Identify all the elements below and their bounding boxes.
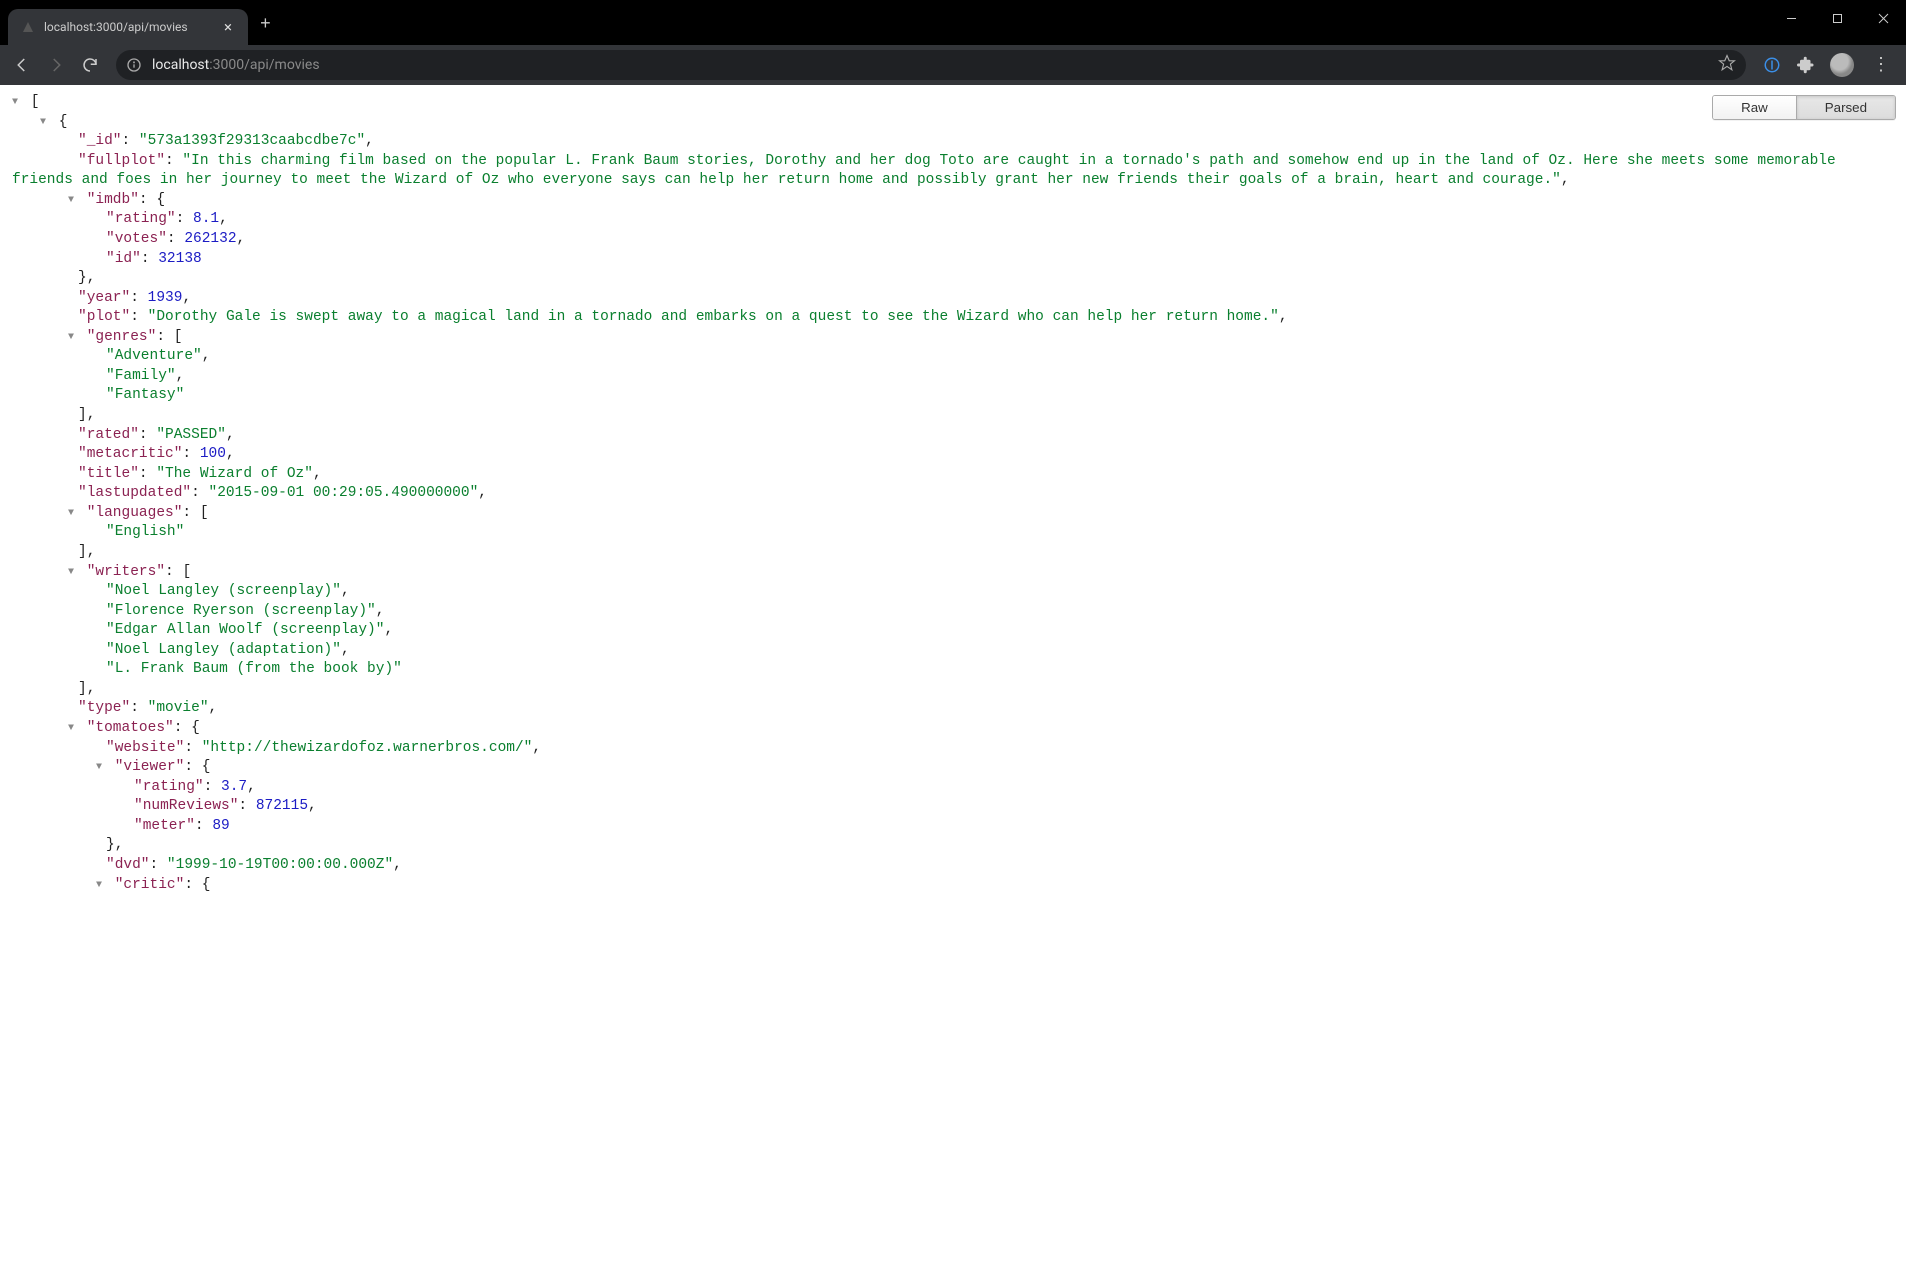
disclosure-icon[interactable]: ▼ [12, 96, 22, 110]
tab-favicon-icon [20, 19, 36, 35]
disclosure-icon[interactable]: ▼ [96, 761, 106, 775]
disclosure-icon[interactable]: ▼ [68, 507, 78, 521]
disclosure-icon[interactable]: ▼ [40, 116, 50, 130]
parsed-button[interactable]: Parsed [1796, 96, 1895, 119]
disclosure-icon[interactable]: ▼ [68, 194, 78, 208]
browser-menu-icon[interactable]: ⋮ [1864, 54, 1898, 76]
extension-1-icon[interactable] [1758, 51, 1786, 79]
profile-avatar[interactable] [1830, 53, 1854, 77]
bookmark-star-icon[interactable] [1718, 54, 1736, 76]
url-port: :3000 [209, 57, 244, 73]
url-path: /api/movies [244, 57, 319, 73]
disclosure-icon[interactable]: ▼ [68, 722, 78, 736]
window-close-icon[interactable] [1860, 0, 1906, 36]
back-button[interactable] [8, 51, 36, 79]
url-host: localhost [152, 57, 209, 73]
window-maximize-icon[interactable] [1814, 0, 1860, 36]
close-tab-icon[interactable]: × [220, 18, 236, 36]
disclosure-icon[interactable]: ▼ [96, 879, 106, 893]
forward-button[interactable] [42, 51, 70, 79]
site-info-icon[interactable] [126, 57, 142, 73]
raw-button[interactable]: Raw [1713, 96, 1796, 119]
disclosure-icon[interactable]: ▼ [68, 566, 78, 580]
reload-button[interactable] [76, 51, 104, 79]
json-viewer-toggle: Raw Parsed [1712, 95, 1896, 120]
tab-title: localhost:3000/api/movies [44, 20, 188, 34]
disclosure-icon[interactable]: ▼ [68, 331, 78, 345]
browser-toolbar: localhost:3000/api/movies ⋮ [0, 45, 1906, 85]
json-tree: ▼ [▼ {"_id": "573a1393f29313caabcdbe7c",… [0, 85, 1906, 935]
window-minimize-icon[interactable] [1768, 0, 1814, 36]
extensions-icon[interactable] [1792, 51, 1820, 79]
browser-titlebar: localhost:3000/api/movies × + [0, 0, 1906, 45]
page-content: Raw Parsed ▼ [▼ {"_id": "573a1393f29313c… [0, 85, 1906, 1264]
new-tab-button[interactable]: + [260, 15, 271, 35]
address-bar[interactable]: localhost:3000/api/movies [116, 50, 1746, 80]
browser-tab[interactable]: localhost:3000/api/movies × [8, 9, 248, 45]
